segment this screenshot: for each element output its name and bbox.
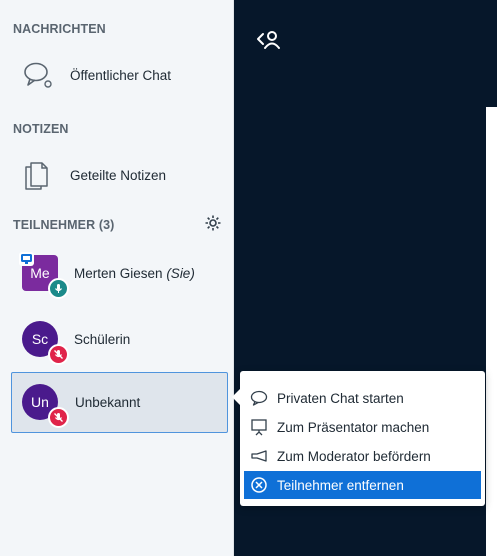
- toggle-userlist-icon[interactable]: [255, 28, 283, 50]
- menu-item-make-presenter[interactable]: Zum Präsentator machen: [244, 413, 481, 441]
- participant-context-menu: Privaten Chat starten Zum Präsentator ma…: [232, 371, 485, 506]
- chat-icon: [22, 59, 54, 91]
- remove-icon: [249, 476, 269, 494]
- gear-icon[interactable]: [204, 214, 222, 232]
- sidebar-item-public-chat[interactable]: Öffentlicher Chat: [0, 56, 234, 94]
- sidebar-item-shared-notes[interactable]: Geteilte Notizen: [0, 156, 234, 194]
- menu-item-label: Privaten Chat starten: [277, 390, 404, 406]
- presenter-icon: [19, 252, 34, 266]
- you-marker: (Sie): [166, 266, 195, 281]
- participant-row[interactable]: Sc Schülerin: [0, 316, 234, 365]
- participant-row-selected[interactable]: Un Unbekannt: [11, 372, 228, 433]
- sidebar: NACHRICHTEN Öffentlicher Chat NOTIZEN Ge…: [0, 0, 234, 556]
- muted-icon: [48, 344, 69, 365]
- promote-icon: [249, 447, 269, 465]
- notes-icon: [22, 159, 50, 191]
- menu-arrow: [232, 389, 240, 405]
- menu-item-private-chat[interactable]: Privaten Chat starten: [244, 384, 481, 412]
- presentation-icon: [249, 418, 269, 436]
- messages-section-title: NACHRICHTEN: [13, 22, 106, 36]
- muted-icon: [48, 407, 69, 428]
- shared-notes-label: Geteilte Notizen: [70, 167, 167, 183]
- menu-item-label: Teilnehmer entfernen: [277, 477, 404, 493]
- avatar-initials: Sc: [31, 331, 49, 347]
- status-badge: [48, 278, 69, 299]
- menu-item-promote-moderator[interactable]: Zum Moderator befördern: [244, 442, 481, 470]
- participant-name-text: Merten Giesen: [74, 266, 163, 281]
- participant-row[interactable]: Me Merten Giesen (Sie): [0, 250, 234, 299]
- notes-section-title: NOTIZEN: [13, 122, 69, 136]
- avatar-initials: Me: [30, 265, 50, 281]
- participant-name: Schülerin: [74, 332, 131, 347]
- menu-item-label: Zum Präsentator machen: [277, 419, 430, 435]
- participants-section-title: TEILNEHMER (3): [13, 218, 115, 232]
- menu-item-remove-participant[interactable]: Teilnehmer entfernen: [244, 471, 481, 499]
- chat-icon: [249, 389, 269, 407]
- menu-item-label: Zum Moderator befördern: [277, 448, 431, 464]
- participant-name: Unbekannt: [75, 395, 141, 410]
- avatar-initials: Un: [31, 394, 49, 410]
- presentation-area-edge: [486, 107, 497, 556]
- participant-name: Merten Giesen (Sie): [74, 266, 195, 281]
- public-chat-label: Öffentlicher Chat: [70, 67, 172, 83]
